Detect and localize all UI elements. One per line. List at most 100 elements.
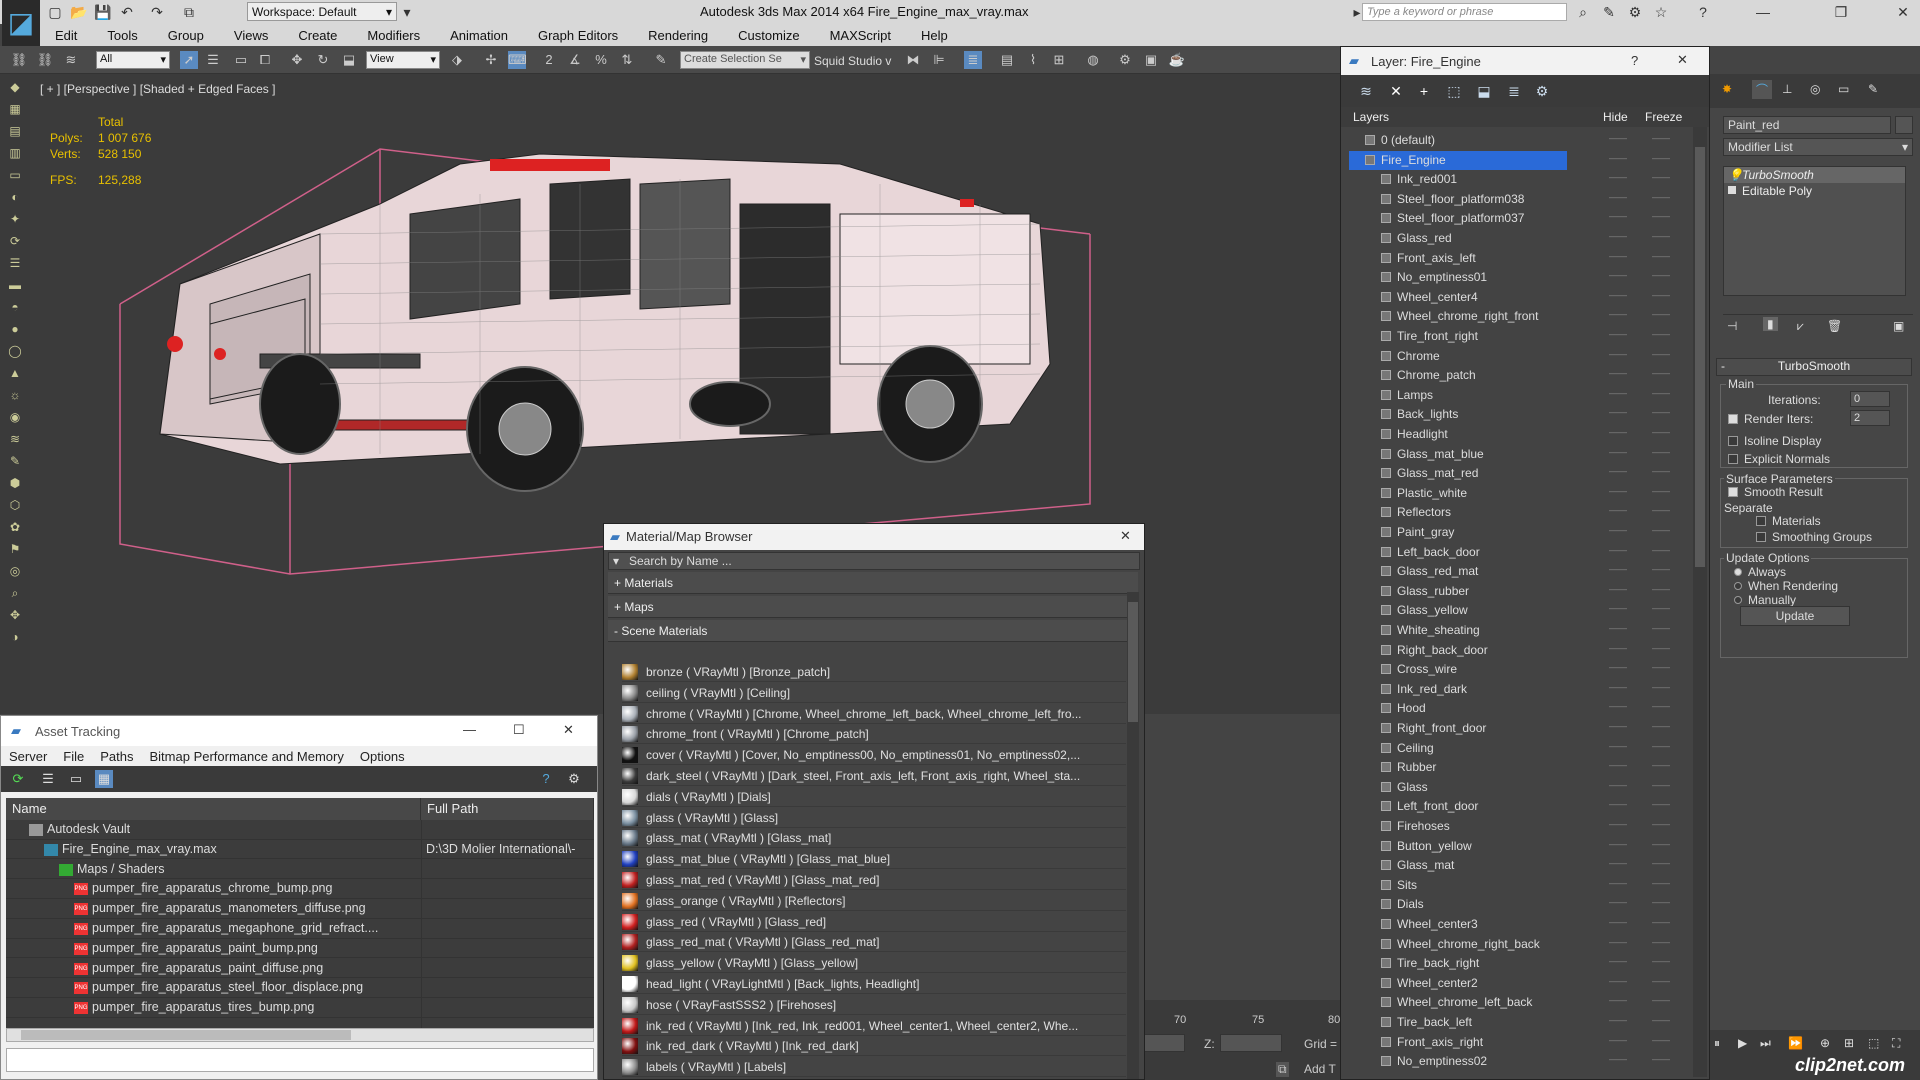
tool-11-icon[interactable]: ◓ — [6, 298, 24, 316]
layer-freeze-toggle-icon[interactable]: —— — [1652, 741, 1670, 751]
tool-16-icon[interactable]: ◉ — [6, 408, 24, 426]
layer-hide-toggle-icon[interactable]: —— — [1609, 878, 1627, 888]
asset-horizontal-scrollbar[interactable] — [6, 1028, 594, 1042]
customize-arrow-icon[interactable]: ▾ — [398, 3, 416, 21]
material-list-item[interactable]: glass_red_mat ( VRayMtl ) [Glass_red_mat… — [622, 932, 1126, 953]
menu-graph-editors[interactable]: Graph Editors — [523, 28, 633, 43]
layer-freeze-toggle-icon[interactable]: —— — [1652, 995, 1670, 1005]
layer-row[interactable]: Wheel_center2 —— —— — [1341, 974, 1691, 994]
tool-18-icon[interactable]: ✎ — [6, 452, 24, 470]
layer-row[interactable]: Paint_gray —— —— — [1341, 523, 1691, 543]
edit-named-sel-icon[interactable]: ✎ — [652, 51, 670, 69]
asset-table-row[interactable]: PNG pumper_fire_apparatus_tires_bump.png — [6, 998, 594, 1018]
layer-row[interactable]: Tire_front_right —— —— — [1341, 327, 1691, 347]
render-production-icon[interactable]: ☕ — [1168, 51, 1186, 69]
render-setup-icon[interactable]: ⚙ — [1116, 51, 1134, 69]
curve-editor-icon[interactable]: ⌇ — [1024, 51, 1042, 69]
layer-freeze-toggle-icon[interactable]: —— — [1652, 799, 1670, 809]
layer-freeze-toggle-icon[interactable]: —— — [1652, 878, 1670, 888]
asset-path-header[interactable]: Full Path — [421, 798, 594, 820]
tool-1-icon[interactable]: ◆ — [6, 78, 24, 96]
close-icon[interactable]: ✕ — [1894, 3, 1912, 21]
layer-freeze-toggle-icon[interactable]: —— — [1652, 309, 1670, 319]
snaps-toggle-icon[interactable]: 2 — [540, 51, 558, 69]
material-list-item[interactable]: dials ( VRayMtl ) [Dials] — [622, 787, 1126, 807]
layer-freeze-toggle-icon[interactable]: —— — [1652, 564, 1670, 574]
asset-name-header[interactable]: Name — [6, 798, 421, 820]
layer-hide-toggle-icon[interactable]: —— — [1609, 701, 1627, 711]
help-icon-asset[interactable]: ? — [537, 770, 555, 788]
layer-row[interactable]: Hood —— —— — [1341, 699, 1691, 719]
layer-hide-toggle-icon[interactable]: —— — [1609, 251, 1627, 261]
layer-hide-toggle-icon[interactable]: —— — [1609, 682, 1627, 692]
layer-freeze-toggle-icon[interactable]: —— — [1652, 290, 1670, 300]
refresh-icon[interactable]: ⟳ — [9, 770, 27, 788]
layer-row[interactable]: No_emptiness01 —— —— — [1341, 268, 1691, 288]
turbosmooth-rollout-header[interactable]: - TurboSmooth — [1716, 358, 1912, 376]
layer-hide-toggle-icon[interactable]: —— — [1609, 545, 1627, 555]
layer-select-objects-icon[interactable]: ⬚ — [1445, 82, 1463, 100]
layer-row[interactable]: Ceiling —— —— — [1341, 739, 1691, 759]
play-icon[interactable]: ▶ — [1738, 1036, 1747, 1050]
layer-freeze-toggle-icon[interactable]: —— — [1652, 917, 1670, 927]
table-view-icon[interactable]: ▦ — [95, 770, 113, 788]
layer-row[interactable]: Glass_red_mat —— —— — [1341, 562, 1691, 582]
render-iters-spinner[interactable]: 2 — [1850, 410, 1890, 426]
layer-row[interactable]: Steel_floor_platform037 —— —— — [1341, 209, 1691, 229]
layer-row[interactable]: Ink_red_dark —— —— — [1341, 680, 1691, 700]
schematic-view-icon[interactable]: ⊞ — [1050, 51, 1068, 69]
layer-freeze-toggle-icon[interactable]: —— — [1652, 897, 1670, 907]
tool-12-icon[interactable]: ● — [6, 320, 24, 338]
app-logo-icon[interactable]: ◪ — [2, 0, 40, 46]
unlink-icon[interactable]: ⛓ — [36, 51, 54, 69]
layer-freeze-toggle-icon[interactable]: —— — [1652, 721, 1670, 731]
open-file-icon[interactable]: 📂 — [70, 3, 88, 21]
material-list-item[interactable]: ink_red_dark ( VRayMtl ) [Ink_red_dark] — [622, 1036, 1126, 1057]
asset-maximize-icon[interactable]: ☐ — [513, 722, 525, 738]
make-unique-icon[interactable]: ⩗ — [1797, 319, 1804, 334]
asset-menu-options[interactable]: Options — [352, 749, 413, 764]
tool-2-icon[interactable]: ▦ — [6, 100, 24, 118]
layer-hide-toggle-icon[interactable]: —— — [1609, 290, 1627, 300]
menu-customize[interactable]: Customize — [723, 28, 814, 43]
layer-hide-toggle-icon[interactable]: —— — [1609, 172, 1627, 182]
asset-table-row[interactable]: PNG pumper_fire_apparatus_chrome_bump.png — [6, 879, 594, 899]
layer-row[interactable]: Reflectors —— —— — [1341, 503, 1691, 523]
prev-frame-icon[interactable]: ⏸ — [1714, 1036, 1720, 1051]
layer-row[interactable]: Wheel_chrome_left_back —— —— — [1341, 993, 1691, 1013]
layer-freeze-toggle-icon[interactable]: —— — [1652, 153, 1670, 163]
layer-freeze-toggle-icon[interactable]: —— — [1652, 760, 1670, 770]
selection-filter-dropdown[interactable]: All ▾ — [96, 51, 170, 69]
layer-freeze-toggle-icon[interactable]: —— — [1652, 133, 1670, 143]
tool-7-icon[interactable]: ✦ — [6, 210, 24, 228]
layer-hide-toggle-icon[interactable]: —— — [1609, 192, 1627, 202]
infocenter-search-input[interactable]: Type a keyword or phrase — [1362, 3, 1567, 21]
layer-row[interactable]: Tire_back_left —— —— — [1341, 1013, 1691, 1033]
keyboard-shortcut-icon[interactable]: ⌨ — [508, 51, 527, 69]
layer-row[interactable]: Right_front_door —— —— — [1341, 719, 1691, 739]
tool-14-icon[interactable]: ▲ — [6, 364, 24, 382]
layer-row[interactable]: Ink_red001 —— —— — [1341, 170, 1691, 190]
material-list-item[interactable]: labels ( VRayMtl ) [Labels] — [622, 1057, 1126, 1078]
asset-tracking-titlebar[interactable]: ▰ Asset Tracking — ☐ ✕ — [1, 716, 597, 746]
layer-freeze-toggle-icon[interactable]: —— — [1652, 388, 1670, 398]
material-list-item[interactable]: dark_steel ( VRayMtl ) [Dark_steel, Fron… — [622, 766, 1126, 786]
render-iters-checkbox[interactable] — [1728, 414, 1738, 424]
layer-hide-toggle-icon[interactable]: —— — [1609, 643, 1627, 653]
subscription-icon[interactable]: ✎ — [1600, 3, 1618, 21]
layer-row[interactable]: Dials —— —— — [1341, 895, 1691, 915]
menu-maxscript[interactable]: MAXScript — [815, 28, 906, 43]
layer-hide-toggle-icon[interactable]: —— — [1609, 153, 1627, 163]
materials-section[interactable]: + Materials — [608, 572, 1138, 594]
layer-freeze-toggle-icon[interactable]: —— — [1652, 466, 1670, 476]
project-folder-icon[interactable]: ⧉ — [180, 3, 198, 21]
hierarchy-tab-icon[interactable]: ⊥ — [1782, 82, 1792, 96]
menu-modifiers[interactable]: Modifiers — [352, 28, 435, 43]
minimize-icon[interactable]: — — [1754, 3, 1772, 21]
help-icon[interactable]: ? — [1694, 3, 1712, 21]
layer-freeze-toggle-icon[interactable]: —— — [1652, 505, 1670, 515]
explicit-normals-checkbox[interactable] — [1728, 454, 1738, 464]
favorites-star-icon[interactable]: ☆ — [1652, 3, 1670, 21]
layer-row[interactable]: No_emptiness02 —— —— — [1341, 1052, 1691, 1072]
graphite-icon[interactable]: ▤ — [998, 51, 1016, 69]
